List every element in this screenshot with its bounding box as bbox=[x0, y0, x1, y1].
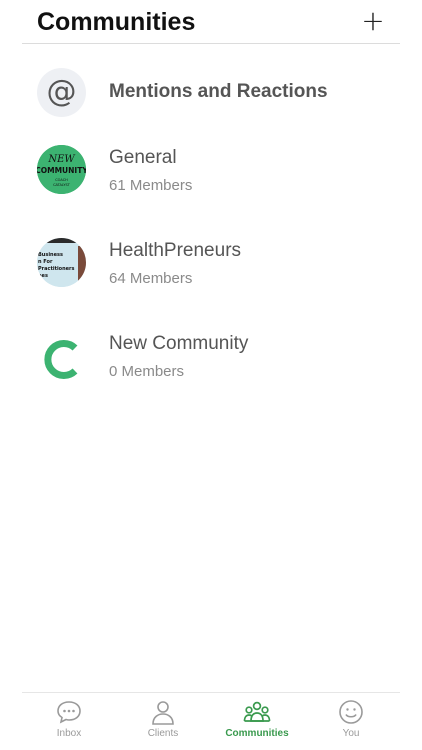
row-title: Mentions and Reactions bbox=[109, 81, 328, 102]
tab-clients[interactable]: Clients bbox=[116, 699, 210, 747]
tab-label: Clients bbox=[147, 728, 179, 739]
svg-text:Practitioners: Practitioners bbox=[38, 266, 75, 272]
svg-text:Business: Business bbox=[38, 252, 63, 258]
tab-bar: Inbox Clients Communities You bbox=[22, 692, 400, 750]
community-row-healthpreneurs[interactable]: Business n For Practitioners hes HealthP… bbox=[0, 230, 422, 310]
community-row-new-community[interactable]: New Community 0 Members bbox=[0, 323, 422, 403]
member-count: 61 Members bbox=[109, 177, 193, 194]
tab-label: Communities bbox=[225, 728, 289, 739]
row-title: General bbox=[109, 147, 177, 168]
svg-text:NEW: NEW bbox=[47, 154, 75, 165]
header: Communities + bbox=[22, 0, 400, 44]
tab-you[interactable]: You bbox=[304, 699, 398, 747]
svg-text:COACH: COACH bbox=[55, 178, 68, 182]
add-community-button[interactable]: + bbox=[360, 6, 386, 36]
member-count: 64 Members bbox=[109, 270, 193, 287]
tab-inbox[interactable]: Inbox bbox=[22, 699, 116, 747]
page-title: Communities bbox=[37, 8, 196, 36]
svg-text:hes: hes bbox=[38, 273, 48, 279]
tab-label: You bbox=[342, 728, 360, 739]
community-avatar: NEW COMMUNITY COACH CATALYST bbox=[37, 145, 86, 194]
svg-text:COMMUNITY: COMMUNITY bbox=[37, 166, 86, 175]
row-title: HealthPreneurs bbox=[109, 240, 242, 261]
svg-text:CATALYST: CATALYST bbox=[53, 183, 71, 187]
community-avatar: Business n For Practitioners hes bbox=[37, 238, 86, 287]
at-icon: @ bbox=[37, 68, 86, 117]
group-icon bbox=[243, 701, 271, 722]
svg-text:n For: n For bbox=[38, 259, 53, 265]
member-count: 0 Members bbox=[109, 363, 185, 380]
community-row-general[interactable]: NEW COMMUNITY COACH CATALYST General 61 … bbox=[0, 137, 422, 217]
chat-bubble-icon bbox=[57, 701, 81, 724]
tab-communities[interactable]: Communities bbox=[210, 699, 304, 747]
mentions-row[interactable]: @ Mentions and Reactions bbox=[0, 44, 422, 124]
person-icon bbox=[152, 701, 174, 725]
community-avatar bbox=[37, 335, 86, 384]
row-title: New Community bbox=[109, 333, 249, 354]
smiley-icon bbox=[339, 700, 363, 724]
tab-label: Inbox bbox=[56, 728, 82, 739]
